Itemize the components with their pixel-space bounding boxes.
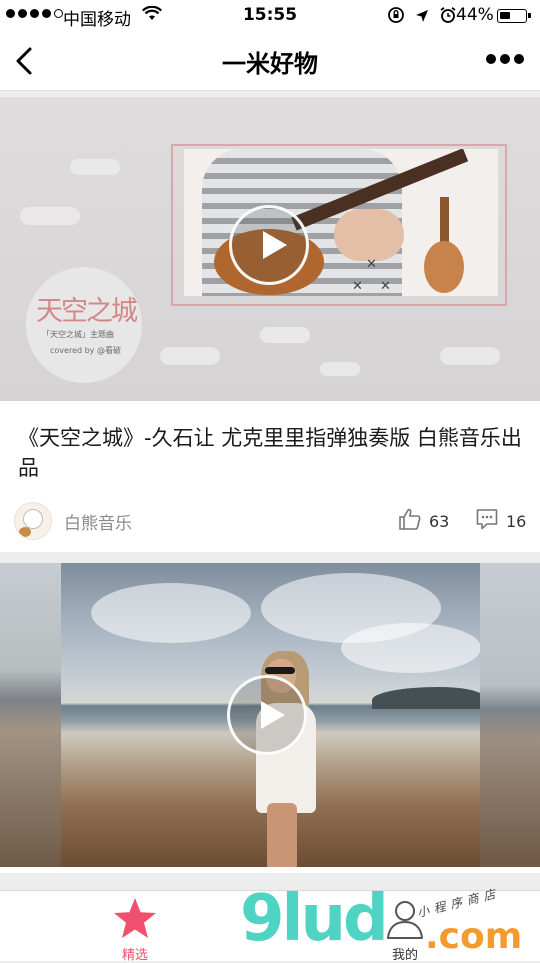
play-icon[interactable] [227,675,307,755]
comment-bubble-icon [475,507,499,535]
cover-badge: 天空之城 「天空之城」主题曲 covered by @看破 [26,267,142,383]
cover-subtitle: 「天空之城」主题曲 [42,330,114,339]
video-card[interactable]: 天空之城 「天空之城」主题曲 covered by @看破 ✕ ✕ ✕ 《天空之… [0,97,540,552]
alarm-icon [439,6,457,29]
comment-count: 16 [506,511,527,531]
status-bar: 中国移动 15:55 44% [0,0,540,32]
ukulele-photo: ✕ ✕ ✕ [184,149,498,296]
page-title: 一米好物 [222,50,318,78]
video-thumbnail[interactable]: 天空之城 「天空之城」主题曲 covered by @看破 ✕ ✕ ✕ [0,97,540,401]
comment-button[interactable]: 16 [475,507,526,535]
cloud-decoration [160,347,220,365]
location-arrow-icon [415,8,429,28]
rotation-lock-icon [387,6,405,29]
tab-bar: 精选 我的 [0,890,540,963]
tab-label: 我的 [391,948,418,963]
cloud-decoration [440,347,500,365]
cloud-decoration [70,159,120,175]
video-thumbnail[interactable] [0,563,540,867]
cloud-decoration [320,362,360,376]
more-dots-icon[interactable] [486,54,524,64]
tab-mine[interactable]: 我的 [345,895,465,963]
cloud-decoration [20,207,80,225]
video-meta: 白熊音乐 63 16 [0,499,540,540]
video-feed: 天空之城 「天空之城」主题曲 covered by @看破 ✕ ✕ ✕ 《天空之… [0,97,540,873]
battery-percent: 44% [456,5,494,25]
like-button[interactable]: 63 [398,507,449,535]
author-avatar[interactable] [14,502,52,540]
author-name[interactable]: 白熊音乐 [64,509,132,534]
cover-credit: covered by @看破 [50,346,121,355]
like-count: 63 [429,511,450,531]
card-divider [0,552,540,563]
cloud-decoration [260,327,310,343]
battery-icon [497,9,531,23]
thumbs-up-icon [398,507,422,535]
navigation-bar: 一米好物 [0,32,540,91]
tab-label: 精选 [121,948,148,963]
tab-featured[interactable]: 精选 [75,895,195,963]
play-icon[interactable] [229,205,309,285]
video-card[interactable] [0,563,540,873]
video-title[interactable]: 《天空之城》-久石让 尤克里里指弹独奏版 白熊音乐出品 [18,423,523,483]
cover-title: 天空之城 [36,296,138,327]
